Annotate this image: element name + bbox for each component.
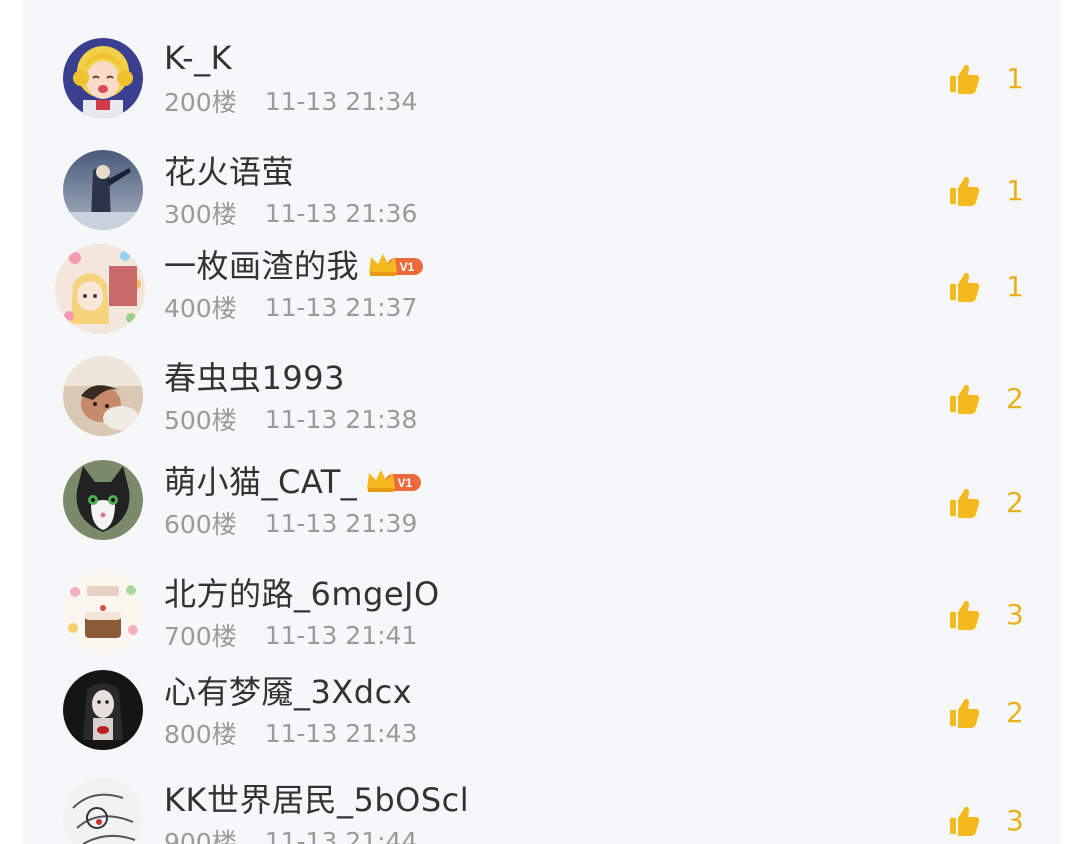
sketch-avatar-icon xyxy=(63,778,143,844)
like-button[interactable]: 1 xyxy=(946,170,1026,210)
like-button[interactable]: 3 xyxy=(946,800,1026,840)
thumbs-up-icon xyxy=(946,694,982,730)
comment-row: K-_K 200楼 11-13 21:34 1 xyxy=(22,26,1060,126)
username[interactable]: K-_K xyxy=(164,39,232,77)
timestamp: 11-13 21:37 xyxy=(264,292,418,322)
floor-number: 400楼 xyxy=(164,294,237,323)
floor-number: 900楼 xyxy=(164,828,237,844)
timestamp: 11-13 21:36 xyxy=(264,198,418,228)
username-line: KK世界居民_5bOScl xyxy=(164,776,469,820)
username[interactable]: KK世界居民_5bOScl xyxy=(164,775,469,821)
thumbs-up-icon xyxy=(946,484,982,520)
comment-row: 花火语萤 300楼 11-13 21:36 1 xyxy=(22,138,1060,238)
comment-row: 心有梦魇_3Xdcx 800楼 11-13 21:43 2 xyxy=(22,658,1060,758)
cat-avatar-icon xyxy=(63,460,143,540)
username-line: K-_K xyxy=(164,36,232,80)
user-avatar[interactable] xyxy=(63,150,143,230)
username-line: 花火语萤 xyxy=(164,148,294,192)
username-line: 春虫虫1993 xyxy=(164,354,345,398)
user-avatar[interactable] xyxy=(63,38,143,118)
photo-avatar-icon xyxy=(63,356,143,436)
floor-number: 200楼 xyxy=(164,88,237,117)
username[interactable]: 北方的路_6mgeJO xyxy=(164,569,440,615)
vip-badge: V1 xyxy=(365,465,423,495)
timestamp: 11-13 21:44 xyxy=(264,826,418,844)
username[interactable]: 一枚画渣的我 xyxy=(164,241,359,287)
user-avatar[interactable] xyxy=(63,460,143,540)
username[interactable]: 春虫虫1993 xyxy=(164,353,345,399)
comment-row: KK世界居民_5bOScl 900楼 11-13 21:44 3 xyxy=(22,766,1060,844)
comment-meta: 900楼 11-13 21:44 xyxy=(164,824,417,844)
like-button[interactable]: 1 xyxy=(946,266,1026,306)
like-button[interactable]: 1 xyxy=(946,58,1026,98)
user-avatar[interactable] xyxy=(63,572,143,652)
like-button[interactable]: 2 xyxy=(946,692,1026,732)
thumbs-up-icon xyxy=(946,172,982,208)
username-line: 北方的路_6mgeJO xyxy=(164,570,440,614)
timestamp: 11-13 21:39 xyxy=(264,508,418,538)
like-count: 2 xyxy=(1006,381,1024,415)
user-avatar[interactable] xyxy=(55,244,145,334)
like-count: 2 xyxy=(1006,695,1024,729)
thumbs-up-icon xyxy=(946,802,982,838)
like-count: 1 xyxy=(1006,173,1024,207)
thumbs-up-icon xyxy=(946,268,982,304)
comment-row: 一枚画渣的我 V1 400楼 11-13 21:37 1 xyxy=(22,236,1060,336)
like-count: 3 xyxy=(1006,597,1024,631)
comment-row: 萌小猫_CAT_ V1 600楼 11-13 21:39 2 xyxy=(22,448,1060,548)
timestamp: 11-13 21:43 xyxy=(264,718,418,748)
comment-meta: 600楼 11-13 21:39 xyxy=(164,506,417,540)
svg-text:V1: V1 xyxy=(398,476,413,490)
thumbs-up-icon xyxy=(946,596,982,632)
thumbs-up-icon xyxy=(946,380,982,416)
thumbs-up-icon xyxy=(946,60,982,96)
like-count: 1 xyxy=(1006,61,1024,95)
username-line: 心有梦魇_3Xdcx xyxy=(164,668,412,712)
timestamp: 11-13 21:38 xyxy=(264,404,418,434)
dark-figure-avatar-icon xyxy=(63,670,143,750)
like-count: 2 xyxy=(1006,485,1024,519)
username[interactable]: 心有梦魇_3Xdcx xyxy=(164,667,412,713)
username-line: 一枚画渣的我 V1 xyxy=(164,242,425,286)
like-count: 1 xyxy=(1006,269,1024,303)
user-avatar[interactable] xyxy=(63,670,143,750)
floor-number: 800楼 xyxy=(164,720,237,749)
like-button[interactable]: 3 xyxy=(946,594,1026,634)
cake-avatar-icon xyxy=(63,572,143,652)
comment-meta: 200楼 11-13 21:34 xyxy=(164,84,417,118)
crown-icon: V1 xyxy=(367,470,422,492)
user-avatar[interactable] xyxy=(63,356,143,436)
night-scene-avatar-icon xyxy=(63,150,143,230)
timestamp: 11-13 21:41 xyxy=(264,620,418,650)
like-button[interactable]: 2 xyxy=(946,482,1026,522)
comment-meta: 400楼 11-13 21:37 xyxy=(164,290,417,324)
floor-number: 600楼 xyxy=(164,510,237,539)
floor-number: 700楼 xyxy=(164,622,237,651)
svg-text:V1: V1 xyxy=(400,260,415,274)
comment-row: 春虫虫1993 500楼 11-13 21:38 2 xyxy=(22,344,1060,444)
anime-girl-avatar-icon xyxy=(63,38,143,118)
crown-icon: V1 xyxy=(369,254,424,276)
username-line: 萌小猫_CAT_ V1 xyxy=(164,458,423,502)
like-count: 3 xyxy=(1006,803,1024,837)
floor-number: 300楼 xyxy=(164,200,237,229)
comment-meta: 500楼 11-13 21:38 xyxy=(164,402,417,436)
comment-list: K-_K 200楼 11-13 21:34 1 花火语萤 300楼 11-13 … xyxy=(22,0,1060,844)
comment-meta: 800楼 11-13 21:43 xyxy=(164,716,417,750)
like-button[interactable]: 2 xyxy=(946,378,1026,418)
comment-meta: 300楼 11-13 21:36 xyxy=(164,196,417,230)
username[interactable]: 萌小猫_CAT_ xyxy=(164,457,357,503)
user-avatar[interactable] xyxy=(63,778,143,844)
username[interactable]: 花火语萤 xyxy=(164,147,294,193)
anime-blonde-avatar-icon xyxy=(55,244,145,334)
comment-row: 北方的路_6mgeJO 700楼 11-13 21:41 3 xyxy=(22,560,1060,660)
comment-meta: 700楼 11-13 21:41 xyxy=(164,618,417,652)
timestamp: 11-13 21:34 xyxy=(264,86,418,116)
vip-badge: V1 xyxy=(367,249,425,279)
floor-number: 500楼 xyxy=(164,406,237,435)
